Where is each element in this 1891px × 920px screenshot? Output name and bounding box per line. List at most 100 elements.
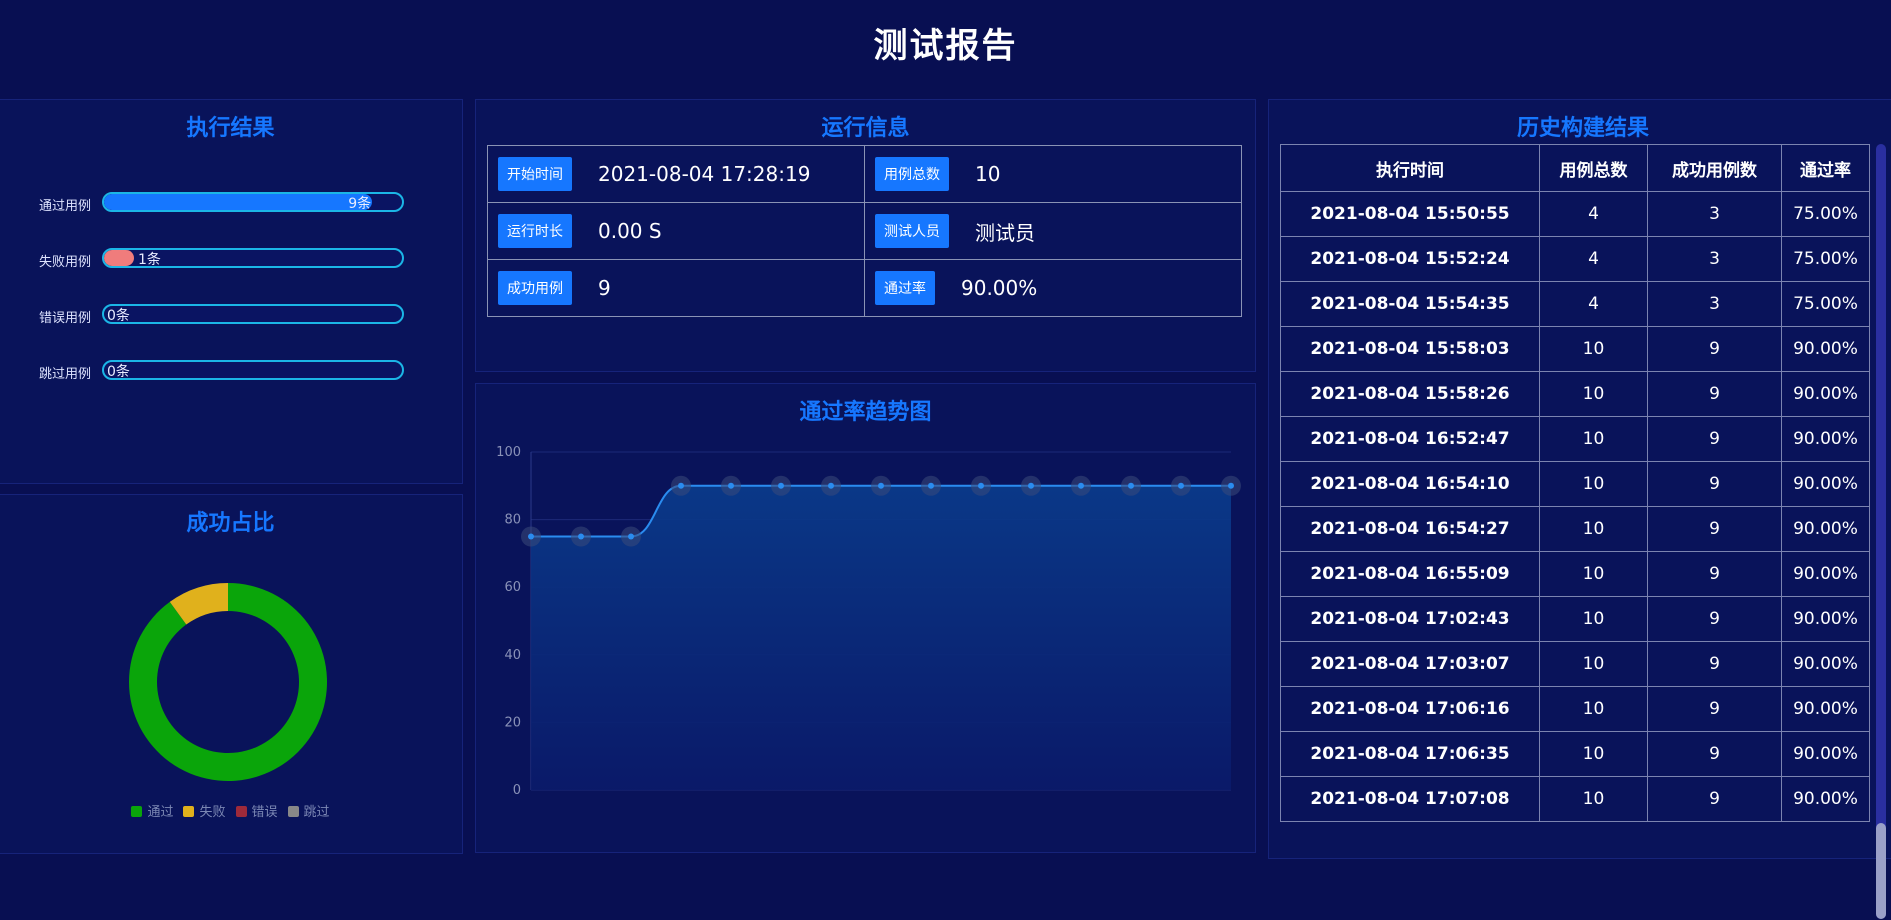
exec-bar-label: 通过用例: [39, 199, 92, 214]
cell-total: 10: [1539, 596, 1648, 642]
success-ratio-title: 成功占比: [186, 511, 275, 536]
trend-point[interactable]: [1028, 482, 1034, 489]
cell-rate: 90.00%: [1781, 731, 1870, 777]
trend-panel: 通过率趋势图 0 20 40 60 80 100: [475, 383, 1256, 853]
table-row[interactable]: 2021-08-04 16:54:10 10 9 90.00%: [1280, 461, 1870, 507]
trend-point[interactable]: [1228, 482, 1234, 489]
trend-point[interactable]: [928, 482, 934, 489]
trend-point[interactable]: [878, 482, 884, 489]
table-row[interactable]: 2021-08-04 16:54:27 10 9 90.00%: [1280, 506, 1870, 552]
info-value: 测试员: [975, 220, 1035, 245]
exec-results-title: 执行结果: [186, 116, 275, 141]
cell-rate: 90.00%: [1781, 776, 1870, 822]
y-tick-label: 80: [504, 513, 521, 528]
y-tick-label: 60: [504, 580, 521, 595]
trend-point[interactable]: [778, 482, 784, 489]
cell-rate: 90.00%: [1781, 596, 1870, 642]
table-row[interactable]: 2021-08-04 17:07:08 10 9 90.00%: [1280, 776, 1870, 822]
legend-item[interactable]: 错误: [235, 801, 278, 820]
col-header-total: 用例总数: [1539, 144, 1648, 192]
exec-results-panel: 执行结果 通过用例 9条 失败用例 1条 错误用例 0条 跳过用例 0条: [0, 99, 463, 484]
exec-bar-row: 失败用例 1条: [0, 247, 462, 271]
trend-point[interactable]: [1128, 482, 1134, 489]
trend-point[interactable]: [1078, 482, 1084, 489]
info-label: 运行时长: [498, 214, 572, 248]
info-value: 10: [975, 162, 1001, 186]
cell-rate: 75.00%: [1781, 191, 1870, 237]
page-title: 测试报告: [873, 26, 1018, 66]
pass-rate-trend-chart: 0 20 40 60 80 100: [496, 445, 1241, 798]
table-row[interactable]: 2021-08-04 15:58:26 10 9 90.00%: [1280, 371, 1870, 417]
history-scrollbar[interactable]: [1876, 144, 1886, 919]
trend-title: 通过率趋势图: [799, 400, 932, 425]
cell-time: 2021-08-04 17:02:43: [1280, 596, 1540, 642]
trend-point[interactable]: [528, 533, 534, 540]
exec-bar-label: 跳过用例: [39, 367, 92, 382]
table-row[interactable]: 2021-08-04 17:02:43 10 9 90.00%: [1280, 596, 1870, 642]
table-row[interactable]: 2021-08-04 15:52:24 4 3 75.00%: [1280, 236, 1870, 282]
trend-point[interactable]: [628, 533, 634, 540]
exec-bar-track: 1条: [102, 248, 404, 268]
trend-point[interactable]: [578, 533, 584, 540]
cell-success: 9: [1647, 461, 1782, 507]
y-tick-label: 100: [496, 445, 521, 460]
info-label: 测试人员: [875, 214, 949, 248]
legend-item[interactable]: 失败: [183, 801, 226, 820]
donut-slice-0[interactable]: [129, 583, 327, 781]
cell-total: 10: [1539, 371, 1648, 417]
history-title: 历史构建结果: [1516, 116, 1649, 141]
cell-success: 3: [1647, 236, 1782, 282]
history-scroll-area[interactable]: 执行时间 用例总数 成功用例数 通过率 2021-08-04 15:50:55 4…: [1280, 144, 1870, 920]
legend-item[interactable]: 通过: [131, 801, 173, 820]
legend-swatch: [287, 806, 299, 817]
table-row[interactable]: 2021-08-04 17:03:07 10 9 90.00%: [1280, 641, 1870, 687]
info-cell: 成功用例 9: [487, 259, 865, 317]
trend-point[interactable]: [1178, 482, 1184, 489]
table-row[interactable]: 2021-08-04 16:55:09 10 9 90.00%: [1280, 551, 1870, 597]
info-label: 成功用例: [498, 271, 572, 305]
success-donut-chart: [129, 583, 327, 781]
table-row[interactable]: 2021-08-04 15:50:55 4 3 75.00%: [1280, 191, 1870, 237]
exec-bar-value: 9条: [348, 196, 372, 212]
col-header-time: 执行时间: [1280, 144, 1540, 192]
cell-success: 9: [1647, 551, 1782, 597]
table-row[interactable]: 2021-08-04 16:52:47 10 9 90.00%: [1280, 416, 1870, 462]
exec-bar-label: 失败用例: [39, 255, 92, 270]
cell-rate: 90.00%: [1781, 416, 1870, 462]
trend-point[interactable]: [828, 482, 834, 489]
table-row[interactable]: 2021-08-04 17:06:35 10 9 90.00%: [1280, 731, 1870, 777]
trend-point[interactable]: [678, 482, 684, 489]
cell-success: 9: [1647, 371, 1782, 417]
legend-swatch: [131, 806, 143, 817]
cell-total: 10: [1539, 551, 1648, 597]
cell-time: 2021-08-04 17:06:16: [1280, 686, 1540, 732]
info-cell: 开始时间 2021-08-04 17:28:19: [487, 145, 865, 203]
trend-point[interactable]: [728, 482, 734, 489]
exec-bar-label: 错误用例: [39, 311, 92, 326]
run-info-panel: 运行信息 开始时间 2021-08-04 17:28:19 用例总数 10 运行时长…: [475, 99, 1256, 372]
exec-bar-track: 0条: [102, 360, 404, 380]
cell-success: 9: [1647, 326, 1782, 372]
cell-total: 4: [1539, 281, 1648, 327]
cell-total: 10: [1539, 731, 1648, 777]
cell-rate: 75.00%: [1781, 236, 1870, 282]
table-row[interactable]: 2021-08-04 17:06:16 10 9 90.00%: [1280, 686, 1870, 732]
legend-item[interactable]: 跳过: [287, 801, 330, 820]
cell-rate: 90.00%: [1781, 551, 1870, 597]
cell-time: 2021-08-04 16:54:27: [1280, 506, 1540, 552]
exec-bar-row: 通过用例 9条: [0, 191, 462, 215]
run-info-title: 运行信息: [821, 116, 910, 141]
history-scrollbar-thumb[interactable]: [1876, 823, 1886, 919]
cell-rate: 90.00%: [1781, 371, 1870, 417]
trend-point[interactable]: [978, 482, 984, 489]
cell-time: 2021-08-04 15:50:55: [1280, 191, 1540, 237]
cell-time: 2021-08-04 16:52:47: [1280, 416, 1540, 462]
cell-time: 2021-08-04 17:06:35: [1280, 731, 1540, 777]
cell-time: 2021-08-04 15:58:26: [1280, 371, 1540, 417]
cell-success: 3: [1647, 281, 1782, 327]
cell-time: 2021-08-04 17:03:07: [1280, 641, 1540, 687]
cell-success: 9: [1647, 776, 1782, 822]
table-row[interactable]: 2021-08-04 15:54:35 4 3 75.00%: [1280, 281, 1870, 327]
table-row[interactable]: 2021-08-04 15:58:03 10 9 90.00%: [1280, 326, 1870, 372]
success-ratio-panel: 成功占比 通过 失败 错误 跳过: [0, 494, 463, 854]
